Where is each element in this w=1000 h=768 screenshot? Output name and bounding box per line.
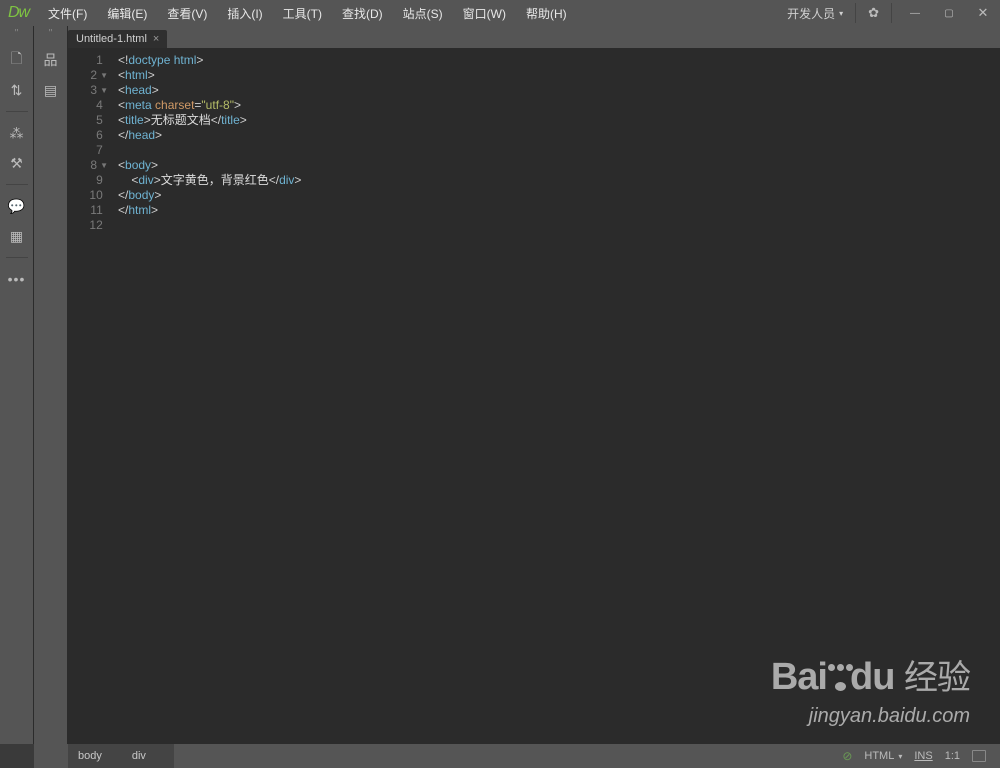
divider bbox=[6, 184, 28, 185]
document-tabs: Untitled-1.html × bbox=[68, 26, 1000, 48]
arrows-icon[interactable]: ⇅ bbox=[8, 81, 26, 99]
divider bbox=[855, 3, 856, 23]
tab-label: Untitled-1.html bbox=[76, 33, 147, 45]
more-icon[interactable]: ••• bbox=[8, 270, 26, 288]
menu-item[interactable]: 文件(F) bbox=[38, 5, 97, 22]
wand-icon[interactable]: ⁂ bbox=[8, 124, 26, 142]
sitemap-icon[interactable]: 品 bbox=[42, 51, 60, 69]
code-editor[interactable]: 1 2▼3▼4 5 6 7 8▼9 10 11 12 <!doctype htm… bbox=[68, 48, 1000, 744]
menu-item[interactable]: 查看(V) bbox=[157, 5, 217, 22]
panel-icon[interactable]: ▦ bbox=[8, 227, 26, 245]
app-logo: Dw bbox=[0, 4, 38, 22]
menu-item[interactable]: 插入(I) bbox=[217, 5, 272, 22]
code-content[interactable]: <!doctype html><html><head><meta charset… bbox=[114, 48, 1000, 744]
left-toolbar: " 🗋 ⇅ ⁂ ⚒ 💬 ▦ ••• bbox=[0, 26, 34, 744]
panel-handle-icon[interactable]: " bbox=[49, 28, 53, 39]
maximize-button[interactable]: ▢ bbox=[936, 4, 962, 22]
workspace-switcher[interactable]: 开发人员▾ bbox=[781, 5, 849, 22]
save-icon[interactable] bbox=[972, 750, 986, 762]
snippets-icon[interactable]: ▤ bbox=[42, 81, 60, 99]
menu-item[interactable]: 窗口(W) bbox=[453, 5, 516, 22]
line-gutter: 1 2▼3▼4 5 6 7 8▼9 10 11 12 bbox=[68, 48, 114, 744]
menu-item[interactable]: 帮助(H) bbox=[516, 5, 577, 22]
divider bbox=[6, 257, 28, 258]
language-selector[interactable]: HTML▾ bbox=[864, 750, 902, 762]
breadcrumb-item[interactable]: body bbox=[68, 744, 130, 768]
comment-icon[interactable]: 💬 bbox=[8, 197, 26, 215]
menu-item[interactable]: 查找(D) bbox=[332, 5, 393, 22]
status-bar: bodydiv ⊘ HTML▾ INS 1:1 bbox=[34, 744, 1000, 768]
divider bbox=[6, 111, 28, 112]
title-bar: Dw 文件(F)编辑(E)查看(V)插入(I)工具(T)查找(D)站点(S)窗口… bbox=[0, 0, 1000, 26]
breadcrumb-item[interactable]: div bbox=[122, 744, 174, 768]
gear-icon[interactable]: ✿ bbox=[862, 5, 885, 21]
menu-item[interactable]: 工具(T) bbox=[273, 5, 332, 22]
insert-mode[interactable]: INS bbox=[914, 750, 932, 762]
main-menu: 文件(F)编辑(E)查看(V)插入(I)工具(T)查找(D)站点(S)窗口(W)… bbox=[38, 5, 577, 22]
check-icon[interactable]: ⊘ bbox=[842, 749, 852, 763]
menu-item[interactable]: 编辑(E) bbox=[97, 5, 157, 22]
cursor-position: 1:1 bbox=[945, 750, 960, 762]
wrench-icon[interactable]: ⚒ bbox=[8, 154, 26, 172]
divider bbox=[891, 3, 892, 23]
menu-item[interactable]: 站点(S) bbox=[393, 5, 453, 22]
tab-active[interactable]: Untitled-1.html × bbox=[68, 30, 167, 48]
panel-handle-icon[interactable]: " bbox=[15, 28, 19, 39]
close-button[interactable]: ✕ bbox=[970, 4, 996, 22]
file-icon[interactable]: 🗋 bbox=[8, 51, 26, 69]
minimize-button[interactable]: — bbox=[902, 4, 928, 22]
breadcrumb: bodydiv bbox=[68, 744, 166, 768]
chevron-down-icon: ▾ bbox=[839, 9, 843, 18]
files-panel-rail: " 品 ▤ bbox=[34, 26, 68, 744]
chevron-down-icon: ▾ bbox=[898, 752, 902, 761]
close-icon[interactable]: × bbox=[153, 33, 159, 45]
